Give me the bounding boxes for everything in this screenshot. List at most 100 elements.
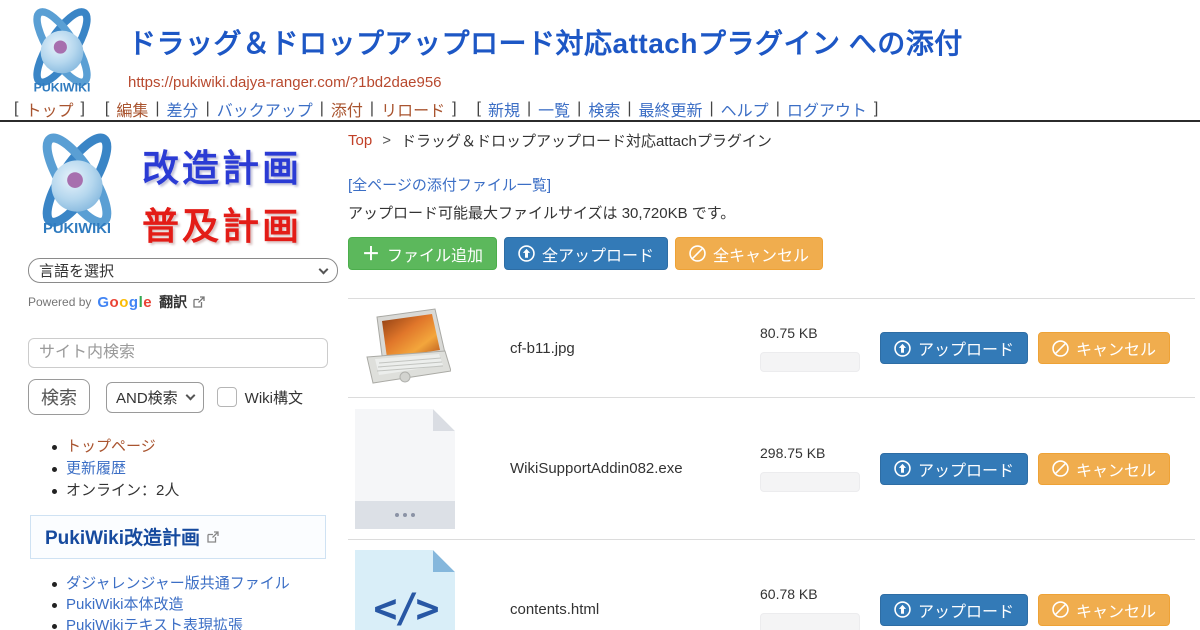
external-link-icon (207, 531, 219, 543)
nav-link-diff[interactable]: 差分 (167, 97, 199, 121)
page-header: PUKIWIKI ドラッグ＆ドロップアップロード対応attachプラグイン への… (12, 6, 963, 98)
add-file-button[interactable]: ＋ ファイル追加 (348, 237, 497, 270)
nav-link-search[interactable]: 検索 (588, 97, 620, 121)
logo-wordmark: PUKIWIKI (34, 80, 91, 94)
pukiwiki-logo-icon: PUKIWIKI (18, 130, 136, 242)
chevron-down-icon (185, 391, 195, 401)
upload-button[interactable]: アップロード (880, 453, 1028, 485)
upload-button[interactable]: アップロード (880, 332, 1028, 364)
logo-wordmark: PUKIWIKI (43, 221, 111, 237)
sidebar-menu-links: ダジャレンジャー版共通ファイル PukiWiki本体改造 PukiWikiテキス… (48, 573, 348, 630)
bracket: ] (874, 100, 878, 118)
bracket: [ (105, 100, 109, 118)
site-search-input[interactable] (28, 338, 328, 368)
max-upload-size-note: アップロード可能最大ファイルサイズは 30,720KB です。 (348, 202, 1195, 223)
cancel-circle-icon (1052, 460, 1069, 477)
laptop-thumbnail (359, 307, 451, 389)
sidebar-link-text-ext[interactable]: PukiWikiテキスト表現拡張 (66, 617, 243, 630)
nav-link-logout[interactable]: ログアウト (787, 97, 867, 121)
sidebar: PUKIWIKI 改造計画 普及計画 言語を選択 Powered by Goog… (18, 130, 348, 630)
sidebar-link-toppage[interactable]: トップページ (66, 438, 156, 455)
upload-progress-bar (760, 352, 860, 372)
logo-slogan-line2: 普及計画 (142, 196, 302, 250)
main-content: Top > ドラッグ＆ドロップアップロード対応attachプラグイン [全ページ… (348, 130, 1195, 630)
page-url-link[interactable]: https://pukiwiki.dajya-ranger.com/?1bd2d… (128, 74, 442, 91)
breadcrumb: Top > ドラッグ＆ドロップアップロード対応attachプラグイン (348, 130, 1195, 151)
list-item: PukiWikiテキスト表現拡張 (48, 615, 348, 630)
file-row: WikiSupportAddin082.exe 298.75 KB アップロード (348, 398, 1195, 540)
upload-button[interactable]: アップロード (880, 594, 1028, 626)
navbar: [ トップ ] [ 編集 | 差分 | バックアップ | 添付 | リロード ]… (14, 97, 1200, 121)
external-link-icon (193, 296, 205, 308)
breadcrumb-current: ドラッグ＆ドロップアップロード対応attachプラグイン (401, 130, 772, 151)
language-select[interactable]: 言語を選択 (28, 258, 338, 283)
breadcrumb-separator: > (382, 132, 391, 149)
cancel-circle-icon (1052, 340, 1069, 357)
file-row: </> contents.html 60.78 KB アップロード (348, 540, 1195, 630)
nav-link-new[interactable]: 新規 (488, 97, 520, 121)
bracket: ] (452, 100, 456, 118)
nav-link-top[interactable]: トップ (25, 97, 73, 121)
search-mode-value: AND検索 (116, 387, 178, 408)
sidebar-logo: PUKIWIKI 改造計画 普及計画 (18, 130, 348, 250)
nav-link-attach[interactable]: 添付 (331, 97, 363, 121)
list-item: トップページ (48, 436, 348, 458)
sidebar-quick-links: トップページ 更新履歴 オンライン：2人 (48, 436, 348, 502)
wiki-syntax-checkbox[interactable] (217, 387, 237, 407)
online-count: オンライン：2人 (48, 480, 348, 502)
file-name: cf-b11.jpg (510, 340, 760, 357)
upload-all-button[interactable]: 全アップロード (504, 237, 668, 270)
list-item: PukiWiki本体改造 (48, 594, 348, 615)
chevron-down-icon (319, 264, 329, 274)
search-mode-select[interactable]: AND検索 (106, 382, 204, 413)
file-size: 80.75 KB (760, 325, 864, 341)
sidebar-section-title-link[interactable]: PukiWiki改造計画 (45, 523, 200, 550)
bracket: [ (14, 100, 18, 118)
upload-progress-bar (760, 472, 860, 492)
bracket: [ (477, 100, 481, 118)
cancel-circle-icon (689, 245, 706, 262)
sidebar-section-header: PukiWiki改造計画 (30, 515, 326, 559)
nav-link-reload[interactable]: リロード (381, 97, 445, 121)
cancel-button[interactable]: キャンセル (1038, 594, 1170, 626)
cancel-button[interactable]: キャンセル (1038, 453, 1170, 485)
pukiwiki-attach-page: PUKIWIKI ドラッグ＆ドロップアップロード対応attachプラグイン への… (0, 0, 1200, 630)
upload-circle-icon (894, 460, 911, 477)
google-logo: Google (97, 294, 152, 311)
page-title: ドラッグ＆ドロップアップロード対応attachプラグイン への添付 (128, 22, 963, 62)
nav-link-list[interactable]: 一覧 (538, 97, 570, 121)
upload-circle-icon (518, 245, 535, 262)
sidebar-link-recent-changes[interactable]: 更新履歴 (66, 460, 126, 477)
pukiwiki-logo-icon: PUKIWIKI (12, 6, 112, 98)
nav-link-edit[interactable]: 編集 (116, 97, 148, 121)
list-item: ダジャレンジャー版共通ファイル (48, 573, 348, 594)
sidebar-link-core-mod[interactable]: PukiWiki本体改造 (66, 596, 184, 613)
search-button[interactable]: 検索 (28, 379, 90, 415)
cancel-button[interactable]: キャンセル (1038, 332, 1170, 364)
bracket: ] (80, 100, 84, 118)
file-row: cf-b11.jpg 80.75 KB アップロード (348, 299, 1195, 398)
file-name: WikiSupportAddin082.exe (510, 460, 760, 477)
google-translate-attribution: Powered by Google 翻訳 (28, 292, 338, 312)
upload-toolbar: ＋ ファイル追加 全アップロード 全キャンセル (348, 237, 1195, 270)
upload-progress-bar (760, 613, 860, 630)
cancel-all-button[interactable]: 全キャンセル (675, 237, 823, 270)
breadcrumb-root-link[interactable]: Top (348, 132, 372, 149)
nav-link-recent[interactable]: 最終更新 (639, 97, 703, 121)
upload-circle-icon (894, 601, 911, 618)
wiki-syntax-label: Wiki構文 (245, 387, 303, 408)
header-divider (0, 120, 1200, 122)
generic-file-icon (355, 409, 455, 529)
html-file-icon: </> (355, 550, 455, 630)
powered-by-label: Powered by (28, 295, 91, 309)
nav-link-backup[interactable]: バックアップ (217, 97, 313, 121)
list-item: 更新履歴 (48, 458, 348, 480)
file-footer-dots (355, 501, 455, 529)
all-attachments-link[interactable]: [全ページの添付ファイル一覧] (348, 174, 551, 195)
nav-link-help[interactable]: ヘルプ (721, 97, 769, 121)
translate-label[interactable]: 翻訳 (159, 292, 187, 312)
search-controls: 検索 AND検索 Wiki構文 (28, 379, 338, 415)
logo-slogan-line1: 改造計画 (142, 138, 302, 192)
sidebar-link-common-files[interactable]: ダジャレンジャー版共通ファイル (66, 575, 290, 592)
upload-circle-icon (894, 340, 911, 357)
